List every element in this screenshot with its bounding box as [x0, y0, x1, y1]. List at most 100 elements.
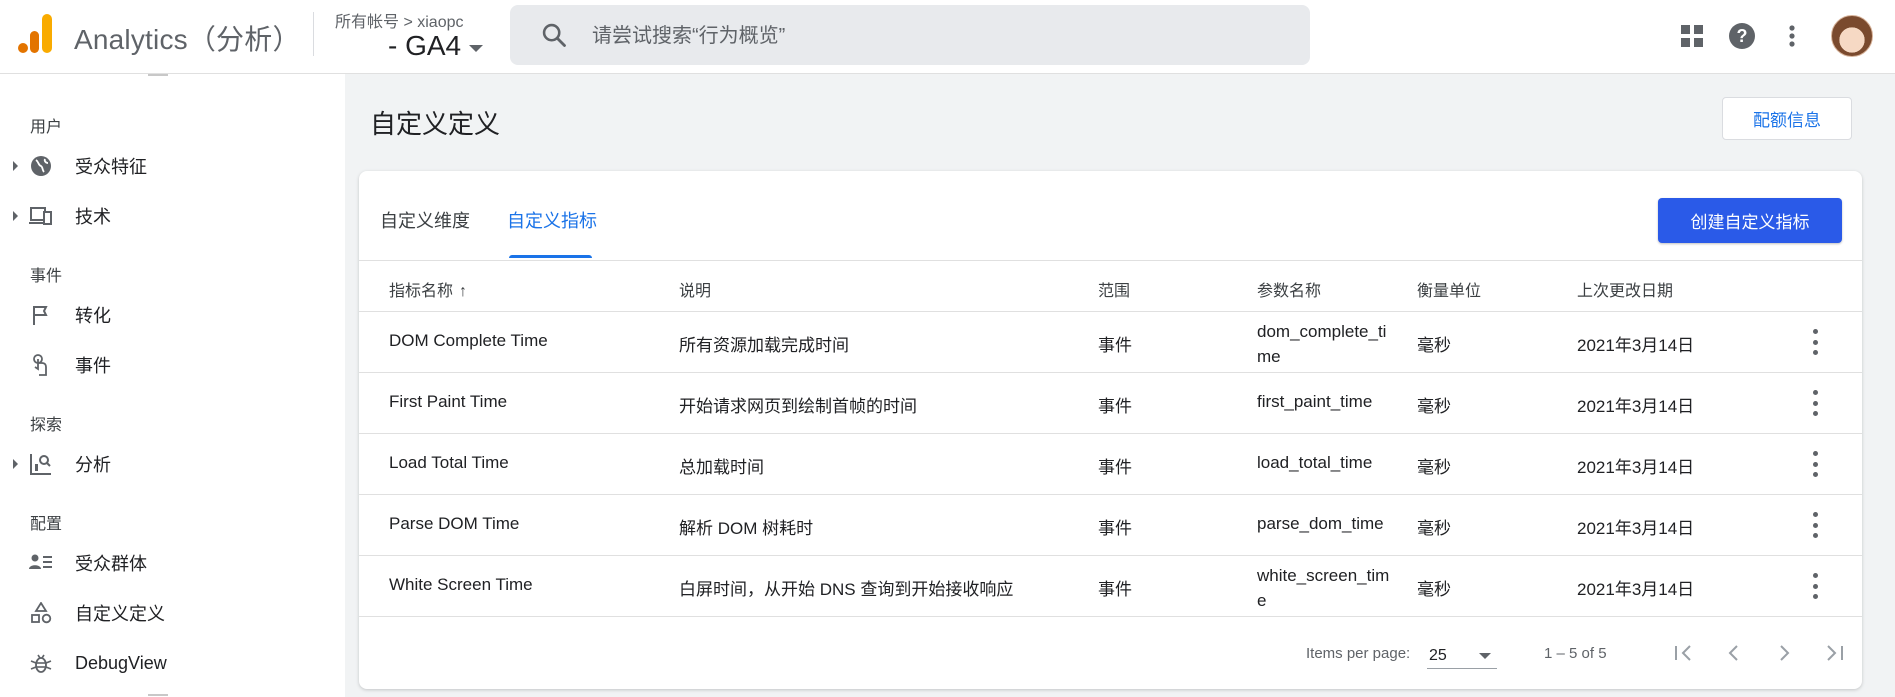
- search-input[interactable]: [590, 5, 1294, 67]
- metric-description: 所有资源加载完成时间: [679, 336, 849, 355]
- create-custom-metric-button[interactable]: 创建自定义指标: [1658, 198, 1842, 243]
- column-header-unit[interactable]: 衡量单位: [1417, 277, 1481, 301]
- sidebar-item-explore[interactable]: 分析: [0, 444, 345, 484]
- items-per-page-select[interactable]: 25: [1427, 641, 1497, 669]
- table-row[interactable]: Parse DOM Time 解析 DOM 树耗时 事件 parse_dom_t…: [359, 495, 1862, 556]
- sidebar-item-debugview[interactable]: DebugView: [0, 643, 345, 683]
- sidebar-item-custom-definitions[interactable]: 自定义定义: [0, 593, 345, 633]
- custom-definitions-card: 自定义维度 自定义指标 创建自定义指标 指标名称 ↑ 说明 范围 参数名称 衡量单…: [359, 171, 1862, 689]
- last-page-icon: [1827, 645, 1843, 661]
- sidebar-item-audiences[interactable]: 受众群体: [0, 543, 345, 583]
- section-user: 用户: [30, 119, 63, 136]
- metric-last-changed: 2021年3月14日: [1577, 519, 1695, 538]
- tab-custom-dimensions[interactable]: 自定义维度: [380, 207, 470, 233]
- column-header-scope[interactable]: 范围: [1098, 277, 1130, 301]
- analytics-logo[interactable]: [18, 14, 52, 54]
- metric-name[interactable]: First Paint Time: [389, 392, 507, 412]
- tab-custom-metrics[interactable]: 自定义指标: [507, 207, 597, 233]
- account-breadcrumb[interactable]: 所有帐号 > xiaopc: [335, 8, 464, 32]
- active-tab-indicator: [509, 255, 592, 258]
- flag-icon: [29, 303, 53, 327]
- expand-caret-icon[interactable]: [13, 459, 18, 469]
- row-more-icon[interactable]: [1805, 329, 1825, 355]
- sidebar-item-label: 转化: [75, 306, 111, 326]
- apps-icon: [1681, 25, 1703, 47]
- next-page-button[interactable]: [1762, 631, 1806, 675]
- table-row[interactable]: White Screen Time 白屏时间，从开始 DNS 查询到开始接收响应…: [359, 556, 1862, 617]
- metric-description: 白屏时间，从开始 DNS 查询到开始接收响应: [679, 580, 1014, 599]
- metric-last-changed: 2021年3月14日: [1577, 397, 1695, 416]
- table-row[interactable]: Load Total Time 总加载时间 事件 load_total_time…: [359, 434, 1862, 495]
- page-title: 自定义定义: [370, 109, 501, 139]
- sidebar-item-label: 受众特征: [75, 157, 147, 177]
- chevron-left-icon: [1728, 645, 1738, 661]
- sidebar-item-conversions[interactable]: 转化: [0, 295, 345, 335]
- metric-scope: 事件: [1098, 336, 1132, 355]
- metric-name[interactable]: Parse DOM Time: [389, 514, 519, 534]
- table-row[interactable]: First Paint Time 开始请求网页到绘制首帧的时间 事件 first…: [359, 373, 1862, 434]
- scroll-indicator: [148, 74, 168, 76]
- column-header-parameter[interactable]: 参数名称: [1257, 277, 1321, 301]
- metric-unit: 毫秒: [1417, 336, 1451, 355]
- metric-name[interactable]: White Screen Time: [389, 575, 533, 595]
- chevron-right-icon: [1780, 645, 1790, 661]
- sidebar-item-tech[interactable]: 技术: [0, 196, 345, 236]
- sidebar-item-label: 分析: [75, 455, 111, 475]
- expand-caret-icon[interactable]: [13, 211, 18, 221]
- items-per-page-value: 25: [1429, 647, 1447, 664]
- column-header-description[interactable]: 说明: [679, 277, 711, 301]
- section-explore: 探索: [30, 417, 63, 434]
- column-header-last-changed[interactable]: 上次更改日期: [1577, 277, 1673, 301]
- table-row[interactable]: DOM Complete Time 所有资源加载完成时间 事件 dom_comp…: [359, 312, 1862, 373]
- help-icon: ?: [1729, 23, 1755, 49]
- first-page-icon: [1675, 645, 1691, 661]
- sidebar-item-events[interactable]: 事件: [0, 345, 345, 385]
- items-per-page-label: Items per page:: [1306, 645, 1411, 662]
- previous-page-button[interactable]: [1712, 631, 1756, 675]
- sidebar-item-label: 事件: [75, 356, 111, 376]
- top-app-bar: Analytics（分析） 所有帐号 > xiaopc - GA4 ?: [0, 0, 1895, 74]
- metric-name[interactable]: Load Total Time: [389, 453, 509, 473]
- touch-icon: [29, 353, 53, 377]
- column-header-metric-name[interactable]: 指标名称 ↑: [389, 277, 467, 301]
- metric-parameter: dom_complete_time: [1257, 322, 1387, 366]
- metric-unit: 毫秒: [1417, 458, 1451, 477]
- section-event: 事件: [30, 268, 63, 285]
- search-bar[interactable]: [510, 5, 1310, 67]
- bug-icon: [29, 651, 53, 675]
- last-page-button[interactable]: [1812, 631, 1856, 675]
- metric-last-changed: 2021年3月14日: [1577, 458, 1695, 477]
- expand-caret-icon[interactable]: [13, 161, 18, 171]
- row-more-icon[interactable]: [1805, 573, 1825, 599]
- metric-last-changed: 2021年3月14日: [1577, 336, 1695, 355]
- apps-button[interactable]: [1667, 12, 1717, 60]
- avatar[interactable]: [1831, 15, 1873, 57]
- metric-parameter: parse_dom_time: [1257, 514, 1384, 533]
- metric-name[interactable]: DOM Complete Time: [389, 331, 548, 351]
- metric-scope: 事件: [1098, 458, 1132, 477]
- metric-scope: 事件: [1098, 519, 1132, 538]
- sidebar-item-demographics[interactable]: 受众特征: [0, 146, 345, 186]
- metric-unit: 毫秒: [1417, 519, 1451, 538]
- help-button[interactable]: ?: [1717, 12, 1767, 60]
- quota-info-button[interactable]: 配额信息: [1722, 97, 1852, 140]
- divider: [313, 12, 314, 56]
- app-title: Analytics（分析）: [74, 24, 301, 55]
- sidebar-item-label: DebugView: [75, 652, 167, 673]
- sort-ascending-icon[interactable]: ↑: [459, 283, 467, 301]
- metric-parameter: white_screen_time: [1257, 566, 1390, 610]
- more-vert-icon: [1789, 25, 1795, 47]
- sidebar-item-label: 技术: [75, 207, 111, 227]
- scroll-indicator: [148, 694, 168, 696]
- metric-description: 总加载时间: [679, 458, 764, 477]
- row-more-icon[interactable]: [1805, 512, 1825, 538]
- property-selector[interactable]: - GA4: [388, 30, 484, 62]
- metric-parameter: first_paint_time: [1257, 392, 1373, 411]
- property-name: - GA4: [388, 30, 462, 61]
- first-page-button[interactable]: [1662, 631, 1706, 675]
- row-more-icon[interactable]: [1805, 451, 1825, 477]
- row-more-icon[interactable]: [1805, 390, 1825, 416]
- audience-icon: [29, 551, 53, 575]
- svg-text:?: ?: [1737, 26, 1748, 46]
- more-options-button[interactable]: [1767, 12, 1817, 60]
